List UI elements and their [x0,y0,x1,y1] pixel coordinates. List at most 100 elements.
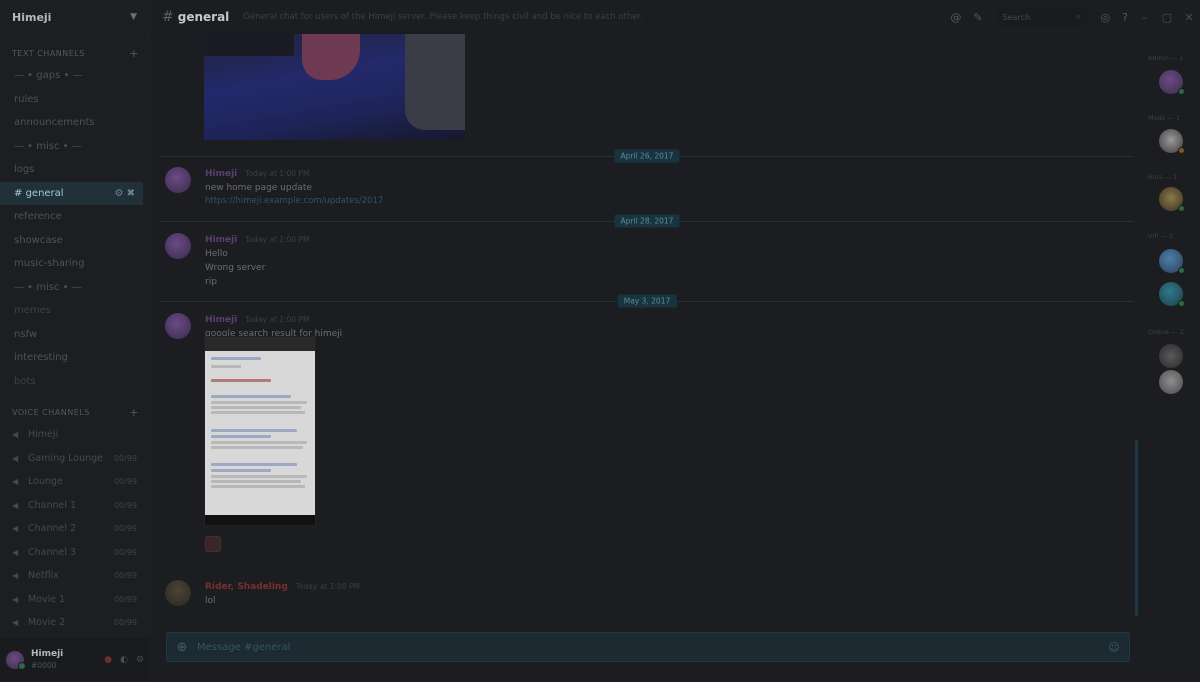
gear-icon[interactable]: ⚙ [136,655,144,665]
idle-status-icon [1178,147,1185,154]
member-avatar[interactable] [1159,129,1185,154]
hash-icon: # [162,8,174,25]
message-text: lol [205,596,216,606]
add-voice-channel-icon[interactable]: + [129,406,139,419]
image-attachment[interactable] [204,34,465,140]
message-author[interactable]: Himeji Today at 1:00 PM [205,315,310,325]
online-status-icon [1178,205,1185,212]
message-link[interactable]: https://himeji.example.com/updates/2017 [205,196,383,206]
channel-item[interactable]: nsfw [0,323,149,347]
voice-channels-header[interactable]: VOICE CHANNELS + [0,401,149,423]
online-status-icon [1178,300,1185,307]
voice-channel-item[interactable]: ◀ Lounge 00/99 [0,470,149,494]
message-text: new home page update [205,183,312,193]
upload-icon[interactable]: ⊕ [167,640,197,655]
online-status-icon [1178,88,1185,95]
emoji-icon[interactable]: ☺ [1099,641,1129,654]
server-header[interactable]: Himeji ▼ [0,0,149,34]
voice-channel-item[interactable]: ◀ Netflix 00/99 [0,564,149,588]
screenshot-attachment[interactable] [204,336,316,526]
member-avatar[interactable] [1159,370,1183,394]
minimize-icon[interactable]: – [1134,11,1156,24]
message-composer: ⊕ ☺ [166,632,1130,662]
channel-item[interactable]: memes [0,299,149,323]
channel-item[interactable]: — • misc • — [0,276,149,300]
channel-item[interactable]: announcements [0,111,149,135]
voice-channel-item[interactable]: ◀ Movie 2 00/99 [0,611,149,635]
close-icon[interactable]: ✕ [1178,11,1200,24]
role-header: Mods — 1 [1148,114,1180,122]
server-name: Himeji [12,10,52,24]
message-text: Hello [205,249,228,259]
channel-item[interactable]: rules [0,88,149,112]
search-icon: ⌕ [1076,12,1081,21]
message-text: rip [205,277,217,287]
speaker-icon: ◀ [12,618,19,628]
channel-topic[interactable]: General chat for users of the Himeji ser… [243,12,643,22]
voice-channel-list: ◀ Himeji ◀ Gaming Lounge 00/99 ◀ Lounge 00/99… [0,423,149,635]
channel-title: general [177,9,230,24]
voice-channel-item[interactable]: ◀ Himeji [0,423,149,447]
channel-item[interactable]: logs [0,158,149,182]
user-tag: #0000 [31,661,57,670]
channel-item[interactable]: showcase [0,229,149,253]
member-avatar[interactable] [1159,282,1185,307]
member-avatar[interactable] [1159,344,1183,368]
member-avatar[interactable] [1159,249,1185,274]
channel-item-general[interactable]: # general ⚙ ✖ [0,181,143,205]
at-icon[interactable]: @ [950,11,961,24]
reaction-emoji[interactable] [205,536,221,552]
message-author[interactable]: Himeji Today at 1:00 PM [205,169,310,179]
online-status-icon [1178,267,1185,274]
chevron-down-icon[interactable]: ▼ [130,12,137,22]
speaker-icon: ◀ [12,547,19,557]
role-header: Bots — 1 [1148,173,1178,181]
message-author[interactable]: Rider, Shadeling Today at 1:00 PM [205,582,360,592]
voice-channel-item[interactable]: ◀ Movie 1 00/99 [0,588,149,612]
channel-item[interactable]: bots [0,370,149,394]
channel-item[interactable]: interesting [0,346,149,370]
channel-item[interactable]: — • misc • — [0,135,149,159]
help-icon[interactable]: ? [1122,11,1128,24]
channel-settings-icon[interactable]: ⚙ ✖ [114,188,135,199]
voice-channel-item[interactable]: ◀ Channel 1 00/99 [0,494,149,518]
voice-channel-item[interactable]: ◀ Gaming Lounge 00/99 [0,447,149,471]
speaker-icon: ◀ [12,477,19,487]
text-channel-list: — • gaps • — rules announcements — • mis… [0,64,149,393]
username: Himeji [31,649,64,659]
channel-sidebar: Himeji ▼ TEXT CHANNELS + — • gaps • — ru… [0,0,150,682]
search-input[interactable]: Search ⌕ [996,8,1087,26]
channel-item[interactable]: music-sharing [0,252,149,276]
message-text: Wrong server [205,263,266,273]
message-input[interactable] [197,641,1099,653]
voice-channel-item[interactable]: ◀ Channel 2 00/99 [0,517,149,541]
date-divider: May 3, 2017 [160,294,1134,308]
add-channel-icon[interactable]: + [129,47,139,60]
role-header: VIP — 2 [1148,232,1174,240]
speaker-icon: ◀ [12,500,19,510]
avatar[interactable] [165,167,191,193]
speaker-icon: ◀ [12,571,19,581]
member-avatar[interactable] [1159,70,1185,95]
channel-header: # general General chat for users of the … [150,0,1200,34]
deafen-icon[interactable]: ◐ [120,655,128,665]
role-header: Admin — 1 [1148,54,1184,62]
scrollbar-thumb[interactable] [1135,440,1138,616]
text-channels-header[interactable]: TEXT CHANNELS + [0,42,149,64]
avatar[interactable] [165,233,191,259]
channel-item[interactable]: reference [0,205,149,229]
message-author[interactable]: Himeji Today at 1:00 PM [205,235,310,245]
mute-mic-icon[interactable]: ● [104,655,112,665]
avatar[interactable] [165,313,191,339]
message-list[interactable]: April 26, 2017 Himeji Today at 1:00 PM ne… [150,34,1138,630]
maximize-icon[interactable]: ▢ [1156,11,1178,24]
avatar[interactable] [6,651,26,670]
pin-icon[interactable]: ✎ [973,11,982,24]
speaker-icon: ◀ [12,453,19,463]
avatar[interactable] [165,580,191,606]
voice-channel-item[interactable]: ◀ Channel 3 00/99 [0,541,149,565]
member-avatar[interactable] [1159,187,1185,212]
mentions-icon[interactable]: ◎ [1101,11,1111,24]
member-list: Admin — 1 Mods — 1 Bots — 1 VIP — 2 Onli… [1142,34,1200,682]
channel-item[interactable]: — • gaps • — [0,64,149,88]
